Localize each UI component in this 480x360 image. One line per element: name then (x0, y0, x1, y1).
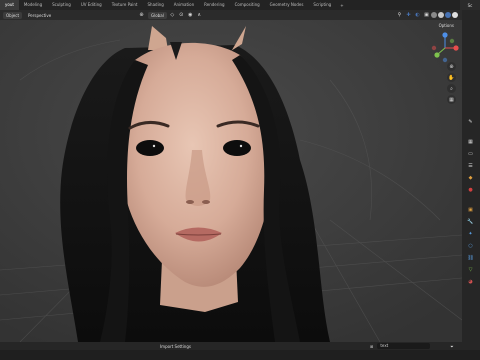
funnel-icon[interactable]: ⏷ (450, 344, 453, 349)
workspace-tab-sculpting[interactable]: Sculpting (47, 0, 76, 10)
lower-strip (0, 350, 480, 360)
solid-shading-icon[interactable] (438, 12, 444, 18)
scene-selector[interactable]: Sc (460, 0, 480, 10)
gizmo-icon[interactable]: ✚ (405, 12, 412, 19)
pivot-icon[interactable]: ◇ (169, 12, 176, 19)
workspace-tab-animation[interactable]: Animation (169, 0, 199, 10)
properties-tab-bar: ✎ ▦ ▭ ☰ ◆ ● ▣ 🔧 ✦ ○ ⛓ ▽ ◕ (462, 10, 480, 342)
transform-tools: ⊕ Global ◇ ⊙ ◉ ∧ (136, 11, 203, 19)
transform-orientation-dropdown[interactable]: Global (148, 11, 167, 19)
pan-hand-icon[interactable]: ✋ (447, 73, 456, 82)
rendered-shading-icon[interactable] (452, 12, 458, 18)
axis-y-icon (434, 52, 440, 58)
scene-label: Sc (467, 2, 473, 8)
zoom-icon[interactable]: ⊕ (447, 62, 456, 71)
output-properties-icon[interactable]: ▭ (466, 150, 475, 157)
material-shading-icon[interactable] (445, 12, 451, 18)
workspace-tab-scripting[interactable]: Scripting (308, 0, 336, 10)
snap-icon[interactable]: ⊙ (178, 12, 185, 19)
wireframe-shading-icon[interactable] (431, 12, 437, 18)
physics-icon[interactable]: ○ (466, 242, 475, 249)
mode-dropdown[interactable]: Object (3, 11, 23, 19)
material-properties-icon[interactable]: ◕ (466, 278, 475, 285)
workspace-tab-uv-editing[interactable]: UV Editing (76, 0, 107, 10)
perspective-grid-icon[interactable]: ▦ (447, 95, 456, 104)
scene-properties-icon[interactable]: ◆ (466, 174, 475, 181)
falloff-icon[interactable]: ∧ (196, 12, 203, 19)
import-settings-label[interactable]: Import Settings (160, 344, 191, 349)
view-layer-icon[interactable]: ☰ (466, 162, 475, 169)
workspace-tab-rendering[interactable]: Rendering (199, 0, 229, 10)
view-menu[interactable]: Perspective (25, 12, 54, 19)
axis-z-icon (442, 32, 448, 38)
tool-properties-icon[interactable]: ✎ (466, 118, 475, 125)
world-properties-icon[interactable]: ● (466, 186, 475, 193)
constraints-icon[interactable]: ⛓ (466, 254, 475, 261)
filter-icon[interactable]: ⊞ (370, 344, 373, 349)
viewport-render (0, 20, 462, 342)
axis-x-icon (453, 45, 459, 51)
workspace-tab-texture-paint[interactable]: Texture Paint (107, 0, 143, 10)
workspace-tab-modeling[interactable]: Modeling (19, 0, 47, 10)
options-menu[interactable]: Options (439, 23, 454, 28)
eye-left (136, 140, 164, 156)
navigation-tools: ⊕ ✋ ⌕ ▦ (447, 62, 456, 106)
proportional-edit-icon[interactable]: ◉ (187, 12, 194, 19)
workspace-tab-shading[interactable]: Shading (143, 0, 169, 10)
render-properties-icon[interactable]: ▦ (466, 138, 475, 145)
workspace-tab-active[interactable]: yout (0, 0, 19, 10)
workspace-tab-compositing[interactable]: Compositing (230, 0, 265, 10)
search-input[interactable]: text (377, 343, 431, 349)
orientation-icon[interactable]: ⊕ (138, 12, 145, 19)
workspace-tab-geometry-nodes[interactable]: Geometry Nodes (265, 0, 309, 10)
workspace-tabs-bar: yout Modeling Sculpting UV Editing Textu… (0, 0, 480, 10)
viewport-header: Object Perspective ⊕ Global ◇ ⊙ ◉ ∧ ⚲ ✚ … (0, 10, 462, 20)
particles-icon[interactable]: ✦ (466, 230, 475, 237)
shading-controls: ⚲ ✚ ◐ ▣ (394, 12, 458, 19)
camera-view-icon[interactable]: ⌕ (447, 84, 456, 93)
3d-viewport[interactable]: Options ⊕ ✋ ⌕ ▦ (0, 20, 462, 342)
add-workspace-button[interactable]: + (336, 3, 347, 8)
visibility-icon[interactable]: ⚲ (396, 12, 403, 19)
xray-icon[interactable]: ▣ (423, 12, 430, 19)
eye-right (223, 140, 251, 156)
modifier-properties-icon[interactable]: 🔧 (466, 218, 475, 225)
object-properties-icon[interactable]: ▣ (466, 206, 475, 213)
overlays-icon[interactable]: ◐ (414, 12, 421, 19)
status-search: ⊞ text ⏷ (370, 343, 454, 349)
data-properties-icon[interactable]: ▽ (466, 266, 475, 273)
